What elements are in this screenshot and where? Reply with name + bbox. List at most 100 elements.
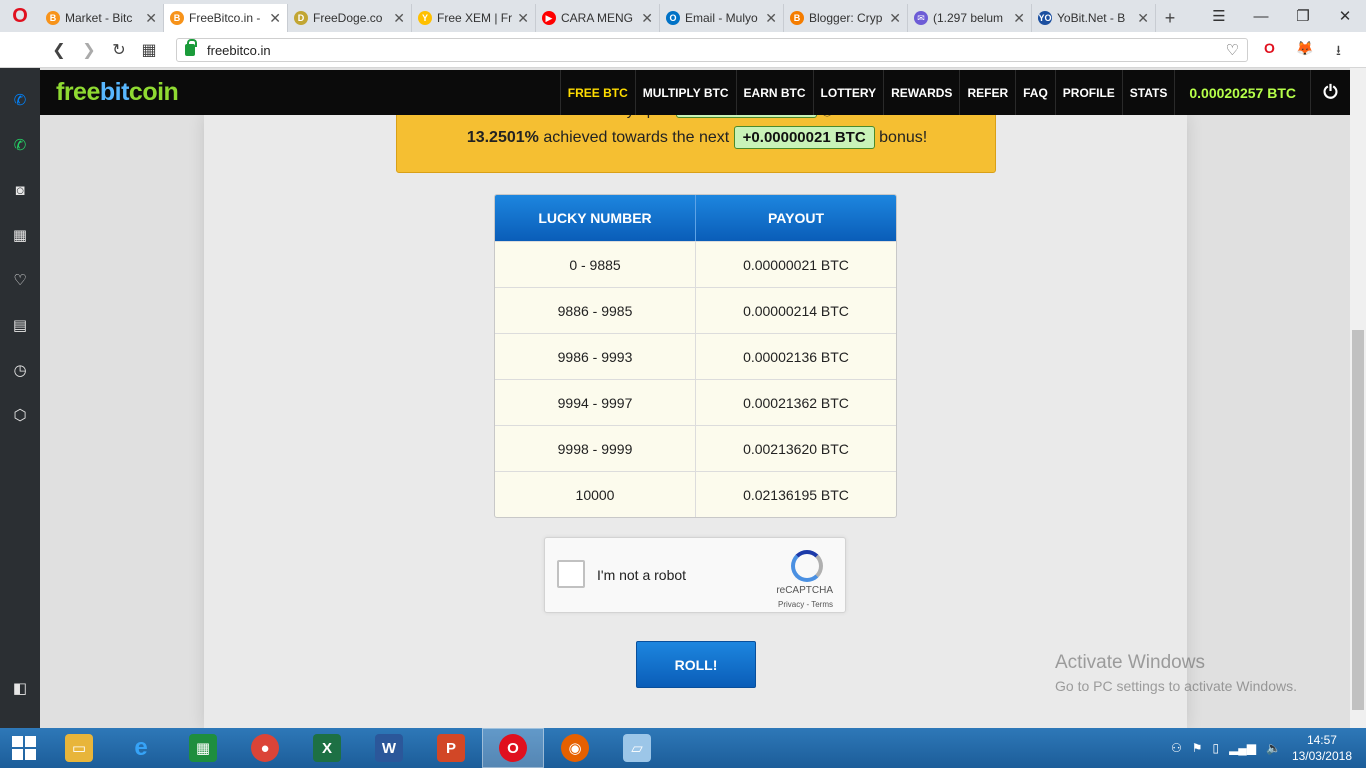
window-controls: ☰ — ❐ ✕: [1198, 0, 1366, 32]
taskbar-internet-explorer[interactable]: e: [110, 728, 172, 768]
tab-title: FreeDoge.co: [313, 11, 383, 25]
recaptcha-terms-link[interactable]: Privacy - Terms: [778, 600, 833, 609]
speed-dial-icon[interactable]: ▦: [8, 223, 32, 247]
browser-tab[interactable]: Y Free XEM | Fr ✕: [412, 4, 536, 32]
browser-tab[interactable]: YO YoBit.Net - B ✕: [1032, 4, 1156, 32]
table-row: 9994 - 9997 0.00021362 BTC: [495, 379, 896, 425]
browser-tab[interactable]: D FreeDoge.co ✕: [288, 4, 412, 32]
messenger-icon[interactable]: ✆: [8, 88, 32, 112]
recaptcha-label: I'm not a robot: [597, 567, 687, 583]
chrome-icon: ●: [251, 734, 279, 762]
new-tab-button[interactable]: +: [1156, 4, 1184, 32]
recaptcha-logo-icon: [791, 550, 823, 582]
taskbar-clock[interactable]: 14:57 13/03/2018: [1292, 732, 1352, 764]
excel-icon: X: [313, 734, 341, 762]
back-button[interactable]: ❮: [44, 32, 74, 68]
browser-tab[interactable]: ▶ CARA MENG ✕: [536, 4, 660, 32]
opera-extension-icon[interactable]: O: [1264, 40, 1275, 56]
logout-power-icon[interactable]: ⏻: [1310, 70, 1350, 115]
notepad-icon: ▱: [623, 734, 651, 762]
taskbar-excel[interactable]: X: [296, 728, 358, 768]
url-text: freebitco.in: [207, 42, 271, 58]
nav-stats[interactable]: STATS: [1121, 70, 1175, 115]
start-button[interactable]: [0, 728, 48, 768]
browser-tab[interactable]: B FreeBitco.in - ✕: [164, 4, 288, 32]
browser-tab-bar: O B Market - Bitc ✕ B FreeBitco.in - ✕ D FreeDo…: [0, 0, 1366, 32]
nav-profile[interactable]: PROFILE: [1054, 70, 1122, 115]
tray-flag-icon[interactable]: ⚑: [1192, 741, 1203, 755]
recaptcha-checkbox[interactable]: [557, 560, 585, 588]
tray-volume-icon[interactable]: 🔈: [1266, 741, 1281, 755]
tab-favicon-icon: B: [170, 11, 184, 25]
taskbar-firefox[interactable]: ◉: [544, 728, 606, 768]
taskbar-chrome[interactable]: ●: [234, 728, 296, 768]
taskbar-powerpoint[interactable]: P: [420, 728, 482, 768]
btc-balance: 0.00020257 BTC: [1174, 70, 1310, 115]
lucky-number-cell: 10000: [495, 472, 696, 517]
tab-close-icon[interactable]: ✕: [269, 10, 281, 27]
browser-tab[interactable]: B Blogger: Cryp ✕: [784, 4, 908, 32]
browser-tab[interactable]: O Email - Mulyo ✕: [660, 4, 784, 32]
nav-faq[interactable]: FAQ: [1015, 70, 1055, 115]
browser-tab[interactable]: ✉ (1.297 belum ✕: [908, 4, 1032, 32]
history-clock-icon[interactable]: ◷: [8, 358, 32, 382]
taskbar-opera[interactable]: O: [482, 728, 544, 768]
taskbar-store[interactable]: ▦: [172, 728, 234, 768]
browser-tab[interactable]: B Market - Bitc ✕: [40, 4, 164, 32]
taskbar-file-explorer[interactable]: ▭: [48, 728, 110, 768]
nav-lottery[interactable]: LOTTERY: [812, 70, 884, 115]
bonus-end-text: bonus!: [879, 129, 928, 146]
payout-cell: 0.02136195 BTC: [743, 486, 849, 503]
tab-close-icon[interactable]: ✕: [145, 10, 157, 27]
close-button[interactable]: ✕: [1324, 0, 1366, 32]
folder-icon: ▭: [65, 734, 93, 762]
tray-battery-icon[interactable]: ▯: [1212, 741, 1219, 755]
taskbar-word[interactable]: W: [358, 728, 420, 768]
roll-button[interactable]: ROLL!: [636, 641, 756, 688]
tray-network-icon[interactable]: ▂▄▆: [1229, 741, 1256, 755]
windows-taskbar: ▭ e ▦ ● X W P O ◉ ▱ ⚇ ⚑ ▯ ▂▄▆ 🔈 14:57 13…: [0, 728, 1366, 768]
nav-rewards[interactable]: REWARDS: [883, 70, 959, 115]
restore-button[interactable]: ❐: [1282, 0, 1324, 32]
tab-close-icon[interactable]: ✕: [641, 10, 653, 27]
url-field[interactable]: freebitco.in ♡: [176, 38, 1248, 62]
clock-date: 13/03/2018: [1291, 749, 1352, 763]
tab-close-icon[interactable]: ✕: [765, 10, 777, 27]
opera-menu-icon[interactable]: O: [0, 0, 40, 32]
download-icon[interactable]: ⭳: [1336, 40, 1341, 64]
windows-activation-watermark: Activate Windows Go to PC settings to ac…: [1055, 652, 1297, 694]
menu-icon[interactable]: ☰: [1198, 0, 1240, 32]
nav-multiply-btc[interactable]: MULTIPLY BTC: [634, 70, 736, 115]
sidebar-toggle-icon[interactable]: ◧: [8, 676, 32, 700]
tab-close-icon[interactable]: ✕: [393, 10, 405, 27]
tray-people-icon[interactable]: ⚇: [1171, 741, 1182, 755]
tab-close-icon[interactable]: ✕: [1013, 10, 1025, 27]
bookmarks-heart-icon[interactable]: ♡: [8, 268, 32, 292]
reload-button[interactable]: ↻: [104, 32, 134, 68]
metamask-extension-icon[interactable]: 🦊: [1296, 40, 1313, 57]
system-tray: ⚇ ⚑ ▯ ▂▄▆ 🔈: [1166, 728, 1286, 768]
scrollbar-thumb[interactable]: [1352, 330, 1364, 710]
extensions-cube-icon[interactable]: ⬡: [8, 403, 32, 427]
minimize-button[interactable]: —: [1240, 0, 1282, 32]
news-icon[interactable]: ▤: [8, 313, 32, 337]
tab-title: Blogger: Cryp: [809, 11, 883, 25]
whatsapp-icon[interactable]: ✆: [8, 133, 32, 157]
payout-cell: 0.00021362 BTC: [743, 394, 849, 411]
tab-close-icon[interactable]: ✕: [517, 10, 529, 27]
tab-title: Free XEM | Fr: [437, 11, 513, 25]
tab-close-icon[interactable]: ✕: [1137, 10, 1149, 27]
bookmark-heart-icon[interactable]: ♡: [1226, 41, 1239, 59]
site-logo[interactable]: freebitcoin: [56, 78, 179, 107]
tab-close-icon[interactable]: ✕: [889, 10, 901, 27]
tab-title: Market - Bitc: [65, 11, 133, 25]
forward-button[interactable]: ❯: [74, 32, 104, 68]
nav-earn-btc[interactable]: EARN BTC: [735, 70, 813, 115]
logo-bit-text: bit: [99, 78, 130, 106]
lucky-number-cell: 9998 - 9999: [495, 426, 696, 471]
nav-free-btc[interactable]: FREE BTC: [559, 70, 635, 115]
taskbar-notepad[interactable]: ▱: [606, 728, 668, 768]
tabs-grid-icon[interactable]: ▦: [134, 32, 164, 68]
camera-icon[interactable]: ◙: [8, 178, 32, 202]
nav-refer[interactable]: REFER: [959, 70, 1015, 115]
